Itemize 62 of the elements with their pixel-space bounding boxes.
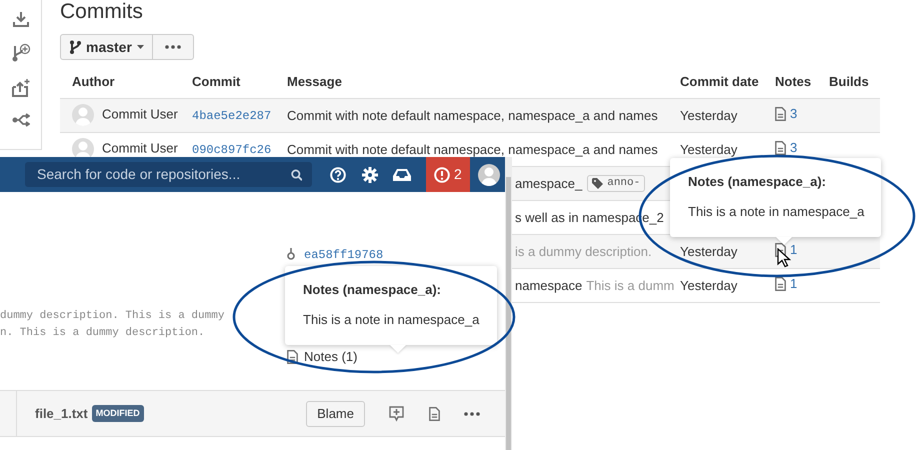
branch-icon <box>69 40 81 54</box>
commit-hash-link[interactable]: ea58ff19768 <box>304 246 384 264</box>
notes-link[interactable]: 3 <box>775 106 798 122</box>
note-icon <box>775 140 786 155</box>
inbox-icon[interactable] <box>393 168 411 182</box>
column-header: Builds <box>817 65 880 98</box>
avatar-icon <box>72 104 94 126</box>
download-icon[interactable] <box>12 10 30 28</box>
commit-date: Yesterday <box>668 98 763 132</box>
note-icon <box>775 276 786 291</box>
commit-message: namespace <box>515 278 582 292</box>
author-name: Commit User <box>102 106 178 122</box>
tag-icon <box>592 178 604 188</box>
popover-title: Notes (namespace_a): <box>303 282 442 298</box>
caret-icon <box>136 45 144 49</box>
popover-title: Notes (namespace_a): <box>688 174 827 190</box>
notes-link[interactable]: 3 <box>775 140 798 156</box>
commit-message: Commit with note default namespace, namespace_a and names <box>287 142 658 156</box>
commit-description: This is a dumm <box>586 278 674 292</box>
author-name: Commit User <box>102 140 178 156</box>
column-header: Notes <box>763 65 817 98</box>
search-icon <box>290 168 302 180</box>
notes-link[interactable]: 1 <box>775 276 798 292</box>
commit-icon <box>286 248 296 262</box>
more-button[interactable] <box>152 34 194 60</box>
popover-text: This is a note in namespace_a <box>303 310 479 329</box>
file-name: file_1.txt <box>35 404 88 423</box>
note-icon <box>775 242 786 257</box>
branch-button[interactable]: master <box>60 34 153 60</box>
notes-link[interactable]: 1 <box>775 242 798 258</box>
commit-message: Commit with note default namespace, namespace_a and names <box>287 108 658 122</box>
help-icon[interactable] <box>330 166 346 182</box>
more-icon <box>164 45 181 49</box>
column-header: Commit date <box>668 65 763 98</box>
settings-icon[interactable] <box>362 166 378 182</box>
column-header: Message <box>275 65 668 98</box>
branch-plus-icon[interactable] <box>10 43 30 63</box>
blame-button[interactable]: Blame <box>306 400 365 426</box>
commit-description: is a dummy description. <box>515 244 652 258</box>
notes-link[interactable]: Notes (1) <box>287 347 358 366</box>
column-header: Commit <box>180 65 275 98</box>
note-icon[interactable] <box>428 406 440 420</box>
note-icon <box>775 106 786 121</box>
note-icon <box>287 350 298 364</box>
commit-hash-link[interactable]: 090c897fc26 <box>192 142 272 156</box>
page-title: Commits <box>60 0 144 24</box>
description-line: dummy description. This is a dummy <box>0 309 224 324</box>
status-badge: MODIFIED <box>92 404 144 422</box>
alert-button[interactable]: 2 <box>426 157 470 192</box>
upload-icon[interactable] <box>10 78 30 98</box>
tag-label[interactable]: anno- <box>587 174 646 192</box>
popover-text: This is a note in namespace_a <box>688 202 863 221</box>
search-field[interactable]: Search for code or repositories... <box>25 162 312 187</box>
description-line: n. This is a dummy description. <box>0 326 206 341</box>
commit-message: amespace_ <box>515 176 582 190</box>
avatar-icon[interactable] <box>478 164 500 186</box>
scrollbar[interactable] <box>505 157 512 450</box>
merge-icon[interactable] <box>12 113 30 127</box>
comment-plus-icon[interactable] <box>388 406 404 422</box>
column-header: Author <box>60 65 180 98</box>
more-icon[interactable] <box>464 412 480 416</box>
alert-icon <box>434 166 450 182</box>
